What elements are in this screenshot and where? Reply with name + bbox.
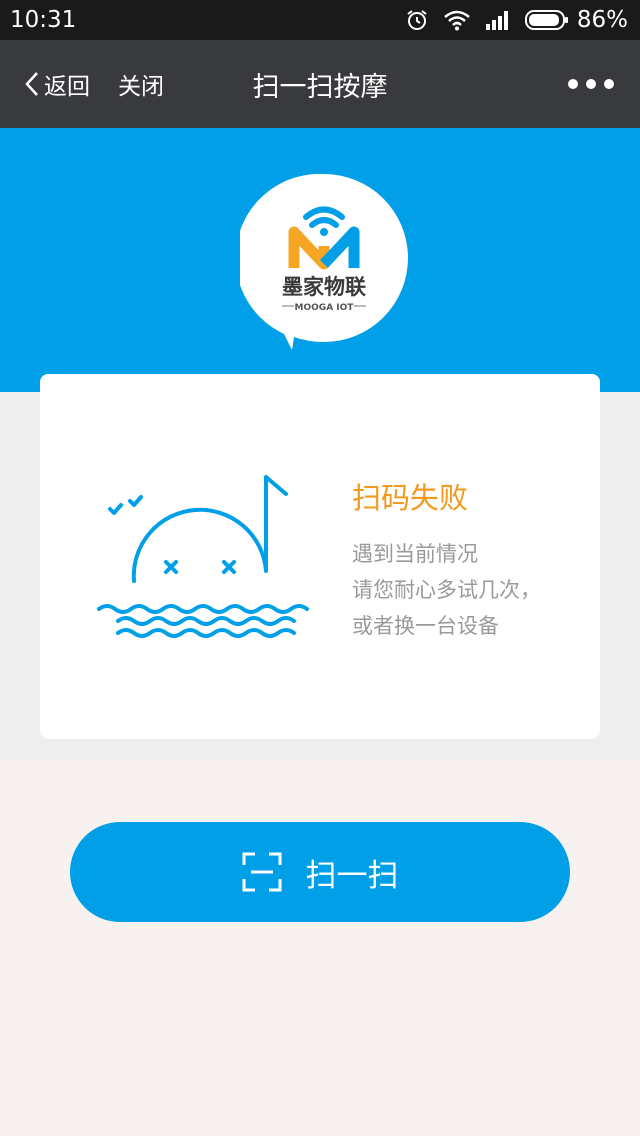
fail-message-line: 或者换一台设备 (352, 614, 499, 638)
battery-percent: 86% (576, 7, 628, 33)
nav-bar: 返回 关闭 扫一扫按摩 (0, 40, 640, 128)
wifi-icon (444, 10, 470, 31)
page-title: 扫一扫按摩 (252, 71, 388, 103)
chevron-left-icon (25, 72, 38, 96)
result-card: 扫码失败 遇到当前情况 请您耐心多试几次， 或者换一台设备 (40, 374, 600, 739)
status-bar: 10:31 86% (0, 0, 640, 40)
scan-button-label: 扫一扫 (305, 857, 399, 894)
fail-message-line: 请您耐心多试几次， (352, 578, 541, 602)
alarm-icon (407, 10, 427, 30)
back-button[interactable]: 返回 (24, 40, 90, 128)
logo: 墨家物联 MOOGA IOT (240, 174, 408, 350)
fail-message-line: 遇到当前情况 (352, 542, 478, 566)
battery-icon (524, 10, 568, 30)
battery-group: 86% (524, 7, 628, 33)
scan-button[interactable]: 扫一扫 (70, 822, 570, 922)
hero-banner: 墨家物联 MOOGA IOT (0, 128, 640, 392)
fail-message: 遇到当前情况 请您耐心多试几次， 或者换一台设备 (352, 536, 541, 644)
scan-frame-icon (242, 852, 281, 892)
sinking-face-illustration (97, 475, 309, 638)
signal-icon (485, 11, 508, 30)
more-dots-icon[interactable] (568, 40, 614, 128)
status-time: 10:31 (10, 7, 77, 33)
close-button[interactable]: 关闭 (118, 40, 164, 128)
fail-title: 扫码失败 (352, 481, 469, 515)
status-icons: 86% (405, 7, 628, 33)
close-label: 关闭 (118, 74, 164, 100)
logo-brand-en: MOOGA IOT (295, 303, 355, 313)
back-label: 返回 (44, 74, 90, 100)
logo-brand-cn: 墨家物联 (282, 275, 366, 299)
